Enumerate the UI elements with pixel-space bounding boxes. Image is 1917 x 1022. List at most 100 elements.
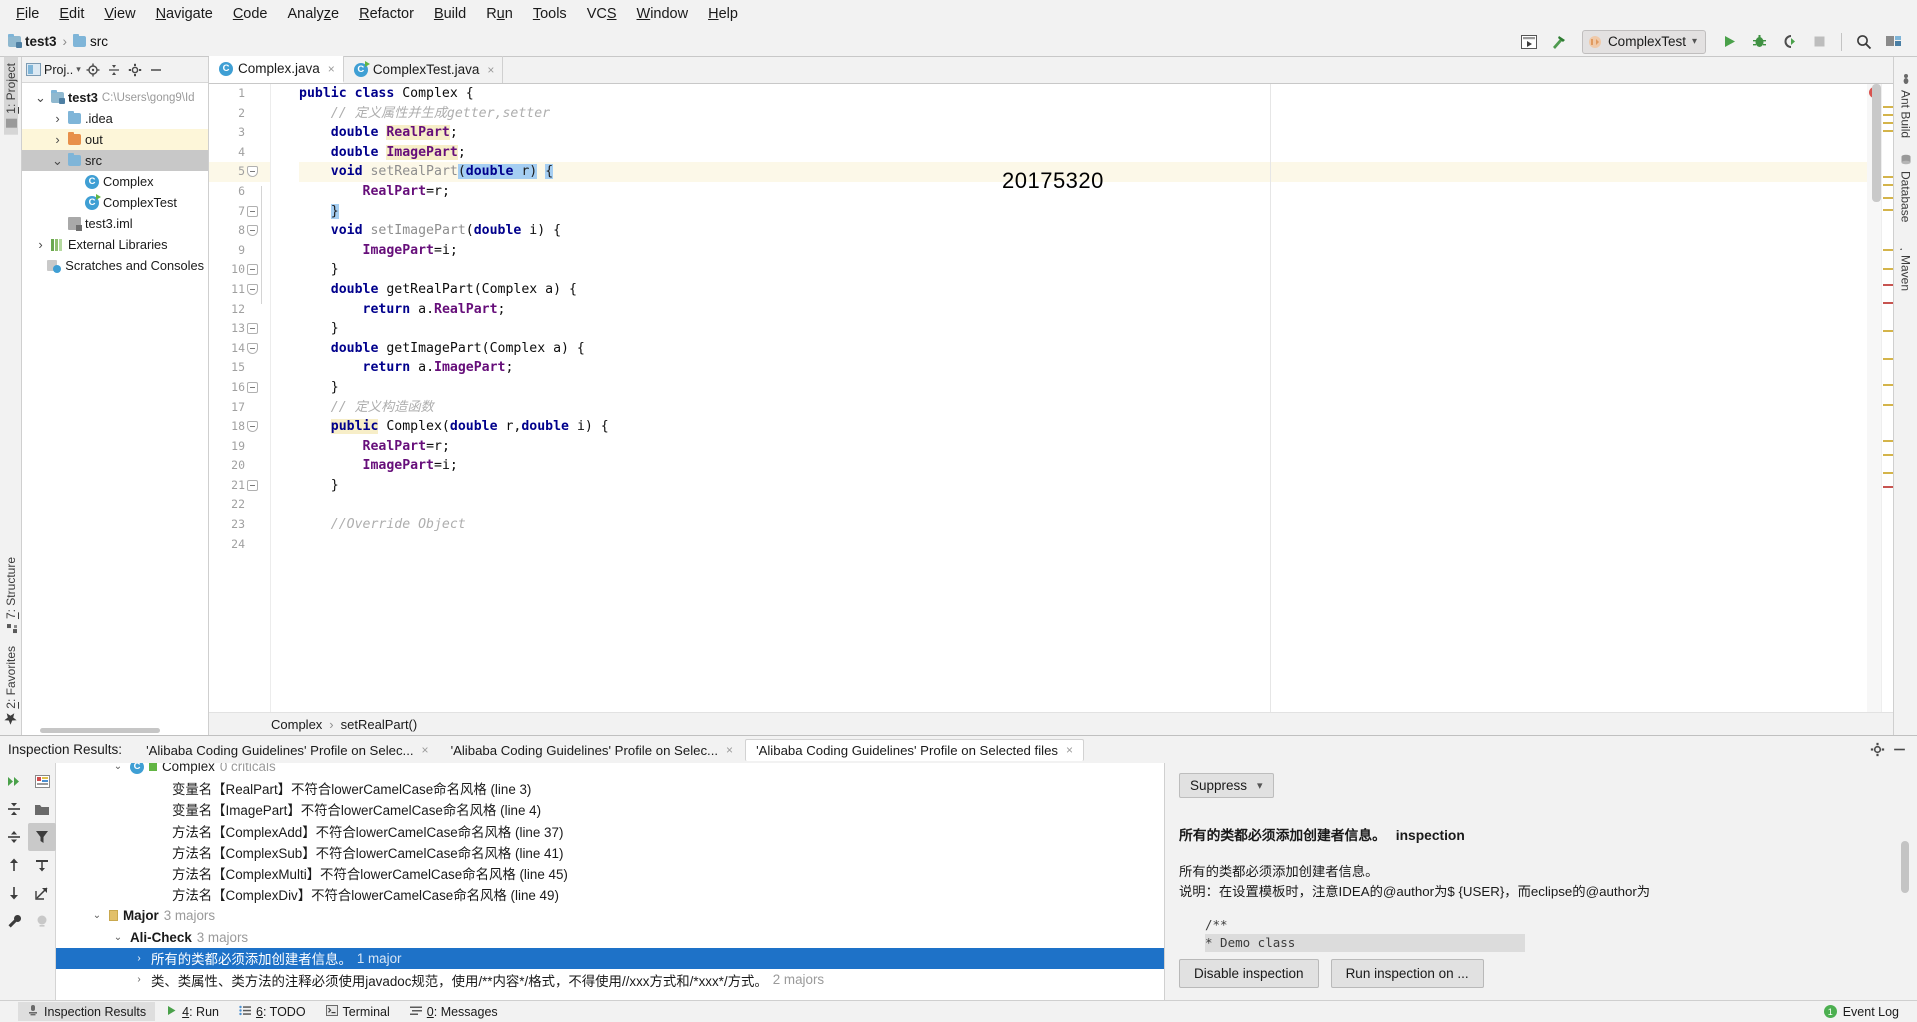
inspection-tab-2[interactable]: 'Alibaba Coding Guidelines' Profile on S… <box>745 738 1085 761</box>
tool-window-button-database[interactable]: Database <box>1899 146 1913 230</box>
menu-item-run[interactable]: Run <box>476 4 523 24</box>
edit-settings-icon[interactable] <box>28 851 56 879</box>
project-horizontal-scrollbar[interactable] <box>22 726 208 735</box>
project-tree-node-test3[interactable]: ⌄ test3 C:\Users\gong9\Id <box>22 87 208 108</box>
code-folding-toggle[interactable] <box>247 284 258 295</box>
error-stripe-mark[interactable] <box>1883 330 1893 332</box>
code-line[interactable] <box>299 535 1867 555</box>
status-bar-button-messages[interactable]: 0: Messages <box>401 1003 507 1021</box>
run-configuration-selector[interactable]: ComplexTest ▾ <box>1581 29 1706 54</box>
inspection-row[interactable]: 方法名【ComplexSub】不符合lowerCamelCase命名风格 (li… <box>56 841 1164 862</box>
code-line[interactable]: void setImagePart(double i) { <box>299 221 1867 241</box>
status-bar-button-terminal[interactable]: Terminal <box>317 1003 399 1021</box>
code-line[interactable] <box>299 495 1867 515</box>
help-icon[interactable] <box>28 907 56 935</box>
tool-window-button-project[interactable]: 1: Project <box>3 57 18 135</box>
rerun-icon[interactable] <box>0 767 28 795</box>
group-by-directory-icon[interactable] <box>28 795 56 823</box>
run-inspection-on-button[interactable]: Run inspection on ... <box>1330 959 1484 988</box>
error-stripe-mark[interactable] <box>1883 454 1893 456</box>
project-tree-node-test3iml[interactable]: test3.iml <box>22 213 208 234</box>
search-everywhere-icon[interactable] <box>1851 30 1877 54</box>
close-icon[interactable]: × <box>422 743 429 757</box>
editor-vertical-scrollbar[interactable] <box>1872 84 1881 202</box>
code-folding-toggle[interactable] <box>247 480 258 491</box>
error-stripe-mark[interactable] <box>1883 130 1893 132</box>
error-stripe-marks[interactable] <box>1881 84 1893 712</box>
error-stripe-mark[interactable] <box>1883 106 1893 108</box>
project-tree-node-src[interactable]: ⌄ src <box>22 150 208 171</box>
run-icon[interactable] <box>1716 30 1742 54</box>
code-line[interactable]: ImagePart=i; <box>299 241 1867 261</box>
navbar-crumb-project[interactable]: test3 <box>25 34 57 49</box>
previous-occurrence-icon[interactable] <box>0 851 28 879</box>
project-structure-icon[interactable] <box>1881 30 1907 54</box>
detail-vertical-scrollbar[interactable] <box>1901 841 1909 893</box>
code-folding-toggle[interactable] <box>247 323 258 335</box>
error-stripe-mark[interactable] <box>1883 268 1893 270</box>
status-bar-button-run[interactable]: 4: Run <box>157 1003 228 1021</box>
inspection-row[interactable]: ⌄ Ali-Check 3 majors <box>56 926 1164 947</box>
build-hammer-icon[interactable] <box>1546 30 1572 54</box>
error-stripe-mark[interactable] <box>1883 176 1893 178</box>
editor-tab-complextestjava[interactable]: C ComplexTest.java × <box>344 56 504 83</box>
error-stripe-mark[interactable] <box>1883 114 1893 116</box>
next-occurrence-icon[interactable] <box>0 879 28 907</box>
status-bar-button-inspectionresults[interactable]: Inspection Results <box>18 1002 156 1021</box>
error-stripe-mark[interactable] <box>1883 384 1893 386</box>
project-tree-node-out[interactable]: › out <box>22 129 208 150</box>
debug-icon[interactable] <box>1746 30 1772 54</box>
error-stripe-mark[interactable] <box>1883 472 1893 474</box>
menu-item-navigate[interactable]: Navigate <box>146 4 223 24</box>
run-with-coverage-icon[interactable] <box>1776 30 1802 54</box>
code-line[interactable]: double getRealPart(Complex a) { <box>299 280 1867 300</box>
menu-item-window[interactable]: Window <box>627 4 699 24</box>
inspection-tab-0[interactable]: 'Alibaba Coding Guidelines' Profile on S… <box>136 740 439 761</box>
tool-window-button-maven[interactable]: mMaven <box>1894 230 1913 299</box>
navbar-crumb-src[interactable]: src <box>90 34 108 49</box>
inspection-row[interactable]: 方法名【ComplexMulti】不符合lowerCamelCase命名风格 (… <box>56 862 1164 883</box>
code-folding-toggle[interactable] <box>247 205 258 217</box>
menu-item-file[interactable]: File <box>6 4 49 24</box>
tool-window-button-structure[interactable]: 7: Structure <box>4 551 18 640</box>
error-stripe-mark[interactable] <box>1883 358 1893 360</box>
project-tree-node-externallibraries[interactable]: › External Libraries <box>22 234 208 255</box>
project-tree-node-complex[interactable]: C Complex <box>22 171 208 192</box>
settings-gear-icon[interactable] <box>1867 740 1887 760</box>
code-line[interactable]: return a.RealPart; <box>299 300 1867 320</box>
code-line[interactable]: double RealPart; <box>299 123 1867 143</box>
editor-tab-complexjava[interactable]: C Complex.java × <box>209 56 344 83</box>
menu-item-edit[interactable]: Edit <box>49 4 94 24</box>
code-line[interactable]: // 定义属性并生成getter,setter <box>299 104 1867 124</box>
project-panel-title[interactable]: Proj.. ▾ <box>44 63 81 77</box>
chevron-right-icon[interactable]: › <box>51 111 64 126</box>
code-line[interactable]: return a.ImagePart; <box>299 358 1867 378</box>
code-line[interactable]: } <box>299 202 1867 222</box>
code-line[interactable]: //Override Object <box>299 515 1867 535</box>
expand-all-icon[interactable] <box>0 795 28 823</box>
code-line[interactable]: public class Complex { <box>299 84 1867 104</box>
tool-window-button-favorites[interactable]: 2: Favorites <box>4 640 18 731</box>
settings-gear-icon[interactable] <box>126 61 144 79</box>
close-icon[interactable]: × <box>1066 743 1073 757</box>
close-icon[interactable]: × <box>325 62 335 76</box>
menu-item-analyze[interactable]: Analyze <box>278 4 350 24</box>
code-line[interactable]: double getImagePart(Complex a) { <box>299 339 1867 359</box>
breadcrumb-method[interactable]: setRealPart() <box>341 717 418 732</box>
code-line[interactable]: } <box>299 260 1867 280</box>
inspection-row[interactable]: 方法名【ComplexAdd】不符合lowerCamelCase命名风格 (li… <box>56 820 1164 841</box>
code-line[interactable]: ImagePart=i; <box>299 456 1867 476</box>
chevron-down-icon[interactable]: ⌄ <box>51 153 64 169</box>
error-stripe-top[interactable]: ! <box>1867 84 1881 712</box>
code-folding-toggle[interactable] <box>247 264 258 276</box>
chevron-right-icon[interactable]: › <box>132 974 146 985</box>
code-line[interactable]: RealPart=r; <box>299 437 1867 457</box>
status-bar-button-todo[interactable]: 6: TODO <box>230 1003 315 1021</box>
locate-icon[interactable] <box>84 61 102 79</box>
error-stripe-mark[interactable] <box>1883 404 1893 406</box>
error-stripe-mark[interactable] <box>1883 284 1893 286</box>
menu-item-build[interactable]: Build <box>424 4 476 24</box>
event-log-button[interactable]: 1 Event Log <box>1823 1005 1917 1019</box>
hide-panel-icon[interactable] <box>1889 740 1909 760</box>
disable-inspection-button[interactable]: Disable inspection <box>1179 959 1319 988</box>
